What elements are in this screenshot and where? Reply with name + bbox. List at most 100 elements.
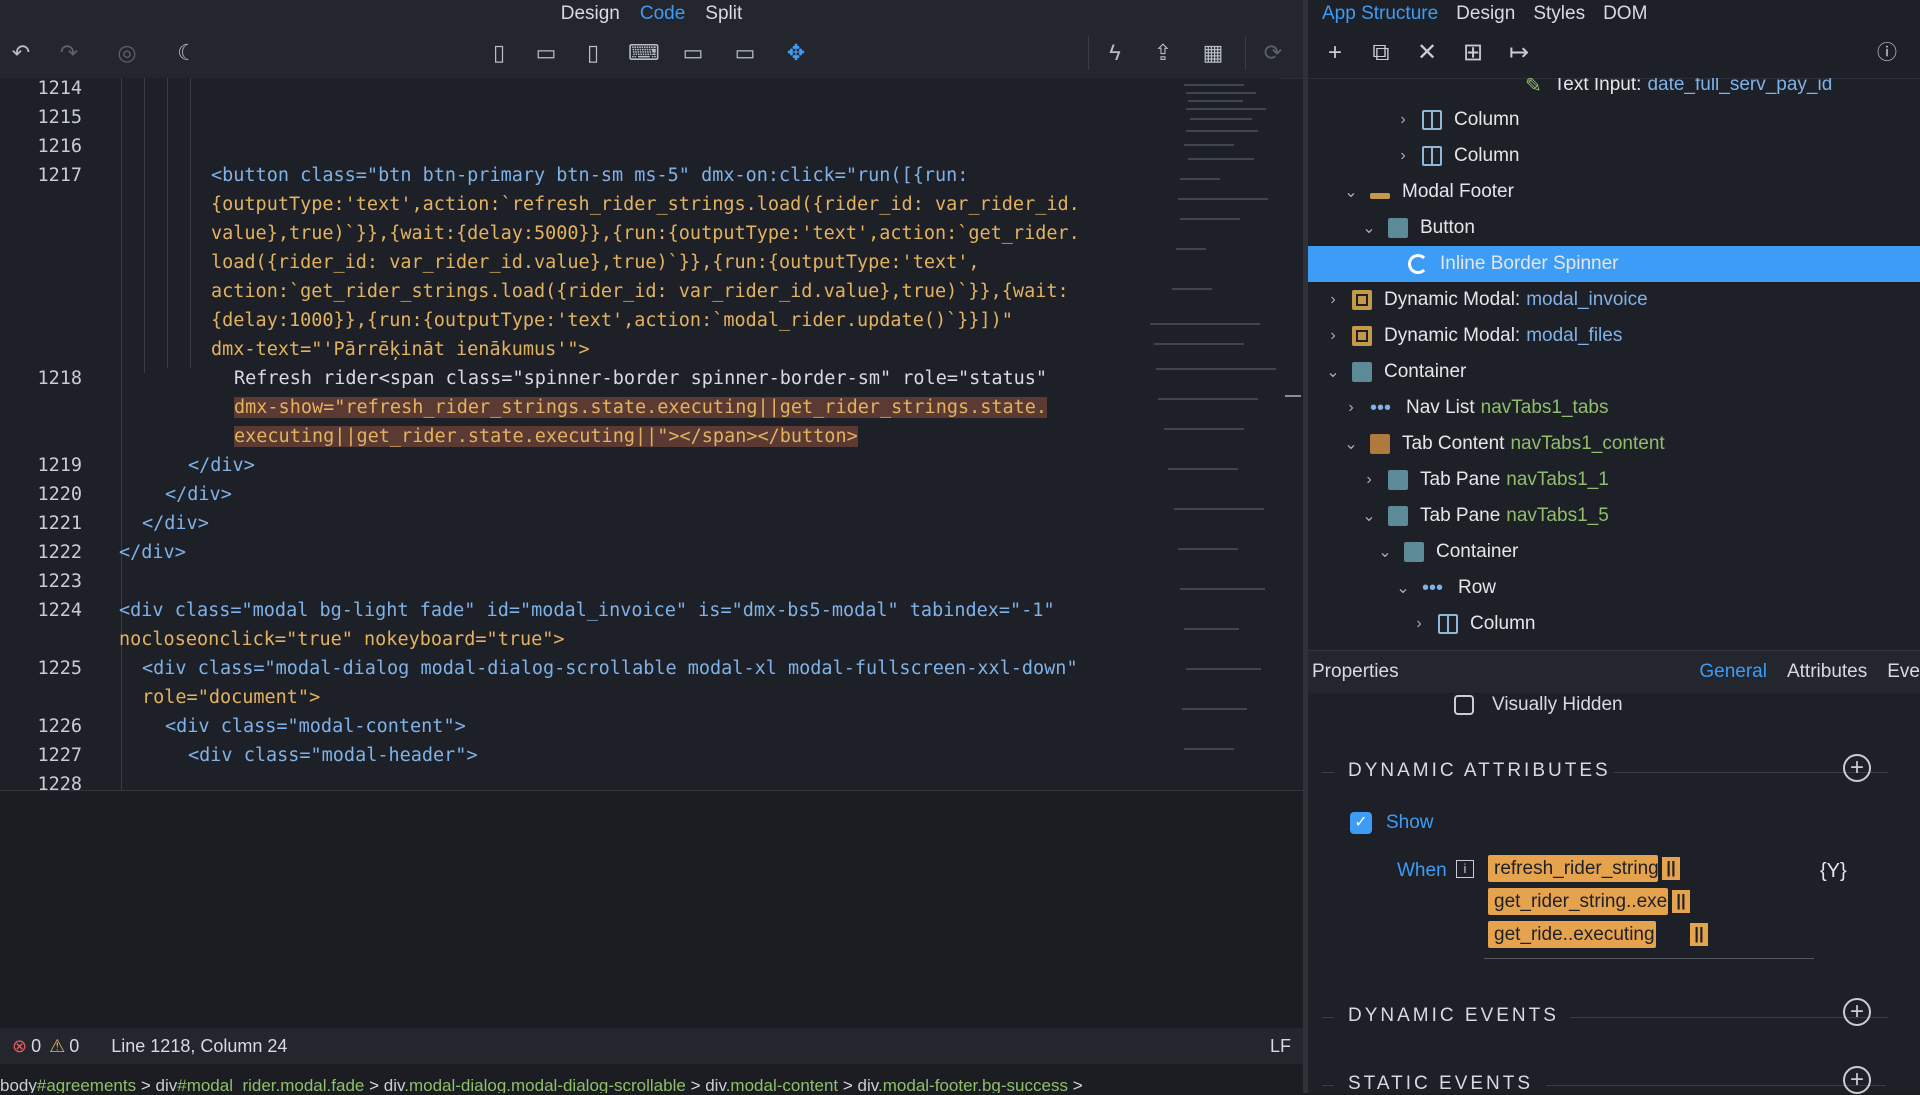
code-line: load({rider_id: var_rider_id.value},true…: [211, 252, 980, 273]
tab-general[interactable]: General: [1699, 661, 1767, 683]
tab-code[interactable]: Code: [640, 3, 685, 25]
move-icon[interactable]: ✥: [783, 40, 809, 66]
exit-icon[interactable]: ↦: [1506, 40, 1532, 66]
chevron-right-icon[interactable]: ›: [1324, 291, 1342, 309]
chevron-down-icon[interactable]: ⌄: [1360, 506, 1378, 526]
expression-pill[interactable]: refresh_rider_string..e...: [1488, 855, 1696, 882]
code-line: <div class="modal-content">: [165, 716, 466, 737]
tree-node[interactable]: ⌄ Button: [1308, 210, 1920, 246]
tree-node[interactable]: › ••• Nav List navTabs1_tabs: [1308, 390, 1920, 426]
phone-landscape-icon[interactable]: ▭: [533, 40, 559, 66]
tree-node-selected[interactable]: Inline Border Spinner: [1308, 246, 1920, 282]
filter-icon[interactable]: {Y}: [1820, 860, 1847, 883]
tab-design-panel[interactable]: Design: [1456, 3, 1515, 25]
component-icon[interactable]: ⊞: [1460, 40, 1486, 66]
tree-node[interactable]: ✎ Text Input: date_full_serv_pay_id: [1308, 78, 1920, 103]
tree-node-label: Tab Pane: [1420, 469, 1501, 490]
or-operator[interactable]: ||: [1670, 888, 1692, 915]
add-dynamic-attribute-button[interactable]: +: [1843, 754, 1871, 782]
column-icon: [1438, 614, 1458, 634]
laptop-icon[interactable]: ⌨: [628, 40, 660, 66]
tree-node[interactable]: ⌄ Container: [1308, 354, 1920, 390]
tree-node[interactable]: ⌄ ••• Row: [1308, 570, 1920, 606]
or-operator[interactable]: ||: [1688, 921, 1710, 948]
tab-design[interactable]: Design: [561, 3, 620, 25]
copy-icon[interactable]: ⧉: [1368, 40, 1394, 66]
view-mode-tabs: Design Code Split: [0, 0, 1303, 28]
structure-tree: ✎ Text Input: date_full_serv_pay_id › Colu…: [1308, 78, 1920, 650]
or-operator[interactable]: ||: [1660, 855, 1682, 882]
chevron-down-icon[interactable]: ⌄: [1324, 362, 1342, 382]
line-ending[interactable]: LF: [1270, 1036, 1291, 1057]
qr-code-icon[interactable]: ▦: [1200, 40, 1226, 66]
breadcrumb-item[interactable]: div.modal-footer.bg-success: [858, 1076, 1068, 1093]
tree-node[interactable]: › Tab Pane navTabs1_1: [1308, 462, 1920, 498]
chevron-down-icon[interactable]: ⌄: [1394, 578, 1412, 598]
help-icon[interactable]: ⓘ: [1874, 40, 1900, 66]
tree-node[interactable]: › Column: [1308, 138, 1920, 174]
tab-styles[interactable]: Styles: [1533, 3, 1585, 25]
tree-node[interactable]: › Column: [1308, 606, 1920, 642]
chevron-right-icon[interactable]: ›: [1324, 327, 1342, 345]
tree-node[interactable]: › Dynamic Modal: modal_files: [1308, 318, 1920, 354]
redo-icon[interactable]: ↷: [56, 40, 82, 66]
tab-dom[interactable]: DOM: [1603, 3, 1647, 25]
chevron-right-icon[interactable]: ›: [1342, 399, 1360, 417]
tree-node[interactable]: ⌄ Tab Content navTabs1_content: [1308, 426, 1920, 462]
chevron-down-icon[interactable]: ⌄: [1342, 434, 1360, 454]
modal-icon: [1352, 290, 1372, 310]
breadcrumb-item[interactable]: div.modal-content: [705, 1076, 838, 1093]
breadcrumb-item[interactable]: div.modal-dialog.modal-dialog-scrollable: [384, 1076, 686, 1093]
dynamic-attributes-heading[interactable]: DYNAMIC ATTRIBUTES: [1348, 760, 1611, 782]
tab-split[interactable]: Split: [705, 3, 742, 25]
breadcrumb-item[interactable]: body#agreements: [0, 1076, 136, 1093]
expression-pill[interactable]: get_rider_string..execu...: [1488, 888, 1703, 915]
expression-pill[interactable]: get_ride..executing: [1488, 921, 1656, 948]
code-area[interactable]: 1214 1215 1216 1217 1218 1219 1220 1221 …: [0, 78, 1190, 790]
chevron-right-icon[interactable]: ›: [1394, 147, 1412, 165]
moon-icon[interactable]: ☾: [174, 40, 200, 66]
tree-node[interactable]: › Dynamic Modal: modal_invoice: [1308, 282, 1920, 318]
visually-hidden-checkbox[interactable]: [1454, 695, 1474, 715]
chevron-right-icon[interactable]: ›: [1394, 111, 1412, 129]
tree-node[interactable]: › Column: [1308, 102, 1920, 138]
close-icon[interactable]: ✕: [1414, 40, 1440, 66]
chevron-right-icon[interactable]: ›: [1410, 615, 1428, 633]
lightning-icon[interactable]: ϟ: [1102, 40, 1128, 66]
tree-node[interactable]: ⌄ Container: [1308, 534, 1920, 570]
refresh-icon[interactable]: ⟳: [1260, 40, 1286, 66]
tab-app-structure[interactable]: App Structure: [1322, 3, 1438, 25]
tablet-portrait-icon[interactable]: ▯: [580, 40, 606, 66]
breadcrumb-item[interactable]: div#modal_rider.modal.fade: [156, 1076, 365, 1093]
warning-icon[interactable]: ⚠: [49, 1036, 65, 1057]
camera-icon[interactable]: ◎: [114, 40, 140, 66]
scroll-indicator[interactable]: [1285, 395, 1301, 397]
undo-icon[interactable]: ↶: [8, 40, 34, 66]
phone-portrait-icon[interactable]: ▯: [486, 40, 512, 66]
chevron-down-icon[interactable]: ⌄: [1342, 182, 1360, 202]
tree-node[interactable]: ⌄ Tab Pane navTabs1_5: [1308, 498, 1920, 534]
code-line: role="document">: [142, 687, 321, 708]
tree-node-id: navTabs1_5: [1506, 505, 1609, 526]
info-icon[interactable]: i: [1456, 860, 1474, 878]
monitor-icon[interactable]: ▭: [732, 40, 758, 66]
error-icon[interactable]: ⊗: [12, 1036, 27, 1057]
tree-node[interactable]: ⌄ Modal Footer: [1308, 174, 1920, 210]
static-events-heading[interactable]: STATIC EVENTS: [1348, 1073, 1533, 1095]
desktop-icon[interactable]: ▭: [680, 40, 706, 66]
tree-node-label: Row: [1458, 577, 1497, 598]
chevron-down-icon[interactable]: ⌄: [1376, 542, 1394, 562]
plus-icon[interactable]: +: [1322, 40, 1348, 66]
line-number: 1226: [37, 716, 82, 737]
chevron-right-icon[interactable]: ›: [1360, 471, 1378, 489]
add-dynamic-event-button[interactable]: +: [1843, 998, 1871, 1026]
tree-node-label: Text Input:: [1553, 78, 1642, 95]
add-static-event-button[interactable]: +: [1843, 1066, 1871, 1094]
tab-events[interactable]: Eve: [1887, 661, 1920, 683]
chevron-down-icon[interactable]: ⌄: [1360, 218, 1378, 238]
dynamic-events-heading[interactable]: DYNAMIC EVENTS: [1348, 1005, 1559, 1027]
code-minimap[interactable]: [1150, 78, 1280, 790]
share-icon[interactable]: ⇪: [1150, 40, 1176, 66]
tab-attributes[interactable]: Attributes: [1787, 661, 1867, 683]
show-checkbox[interactable]: ✓: [1350, 812, 1372, 834]
